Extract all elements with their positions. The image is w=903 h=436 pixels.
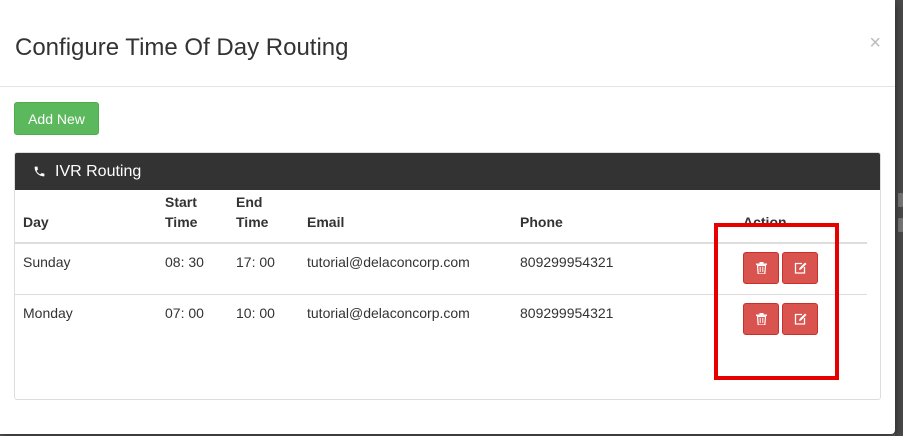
table-row: Sunday 08: 30 17: 00 tutorial@delaconcor… bbox=[15, 243, 867, 294]
header-day: Day bbox=[15, 190, 157, 244]
panel-title: IVR Routing bbox=[55, 162, 142, 180]
cell-phone: 809299954321 bbox=[520, 254, 614, 270]
backdrop-text-fragment bbox=[898, 193, 903, 207]
cell-action bbox=[725, 293, 867, 345]
header-action: Action bbox=[725, 190, 867, 244]
ivr-routing-panel: IVR Routing Day Start Time End Time Email … bbox=[14, 152, 881, 400]
cell-day: Sunday bbox=[23, 254, 71, 270]
modal-header: Configure Time Of Day Routing × bbox=[0, 0, 895, 87]
delete-button[interactable] bbox=[743, 302, 779, 335]
cell-action bbox=[725, 243, 867, 294]
close-button[interactable]: × bbox=[869, 33, 881, 53]
modal-backdrop bbox=[895, 0, 903, 436]
cell-day: Monday bbox=[15, 293, 157, 345]
edit-icon bbox=[794, 262, 806, 274]
modal-dialog: Configure Time Of Day Routing × Add New … bbox=[0, 0, 895, 434]
cell-phone: 809299954321 bbox=[512, 293, 725, 345]
header-phone: Phone bbox=[512, 190, 725, 244]
header-end-time: End Time bbox=[228, 190, 299, 244]
table-header-row: Day Start Time End Time Email Phone Action bbox=[15, 190, 867, 244]
add-new-button[interactable]: Add New bbox=[14, 102, 99, 135]
header-start-time: Start Time bbox=[157, 190, 228, 244]
cell-email: tutorial@delaconcorp.com bbox=[307, 254, 470, 270]
edit-button[interactable] bbox=[782, 302, 818, 335]
edit-button[interactable] bbox=[782, 252, 818, 284]
trash-icon bbox=[755, 262, 767, 274]
cell-start: 07: 00 bbox=[157, 293, 228, 345]
header-email: Email bbox=[299, 190, 512, 244]
cell-end: 10: 00 bbox=[228, 293, 299, 345]
phone-icon bbox=[34, 166, 45, 177]
cell-email: tutorial@delaconcorp.com bbox=[299, 293, 512, 345]
edit-icon bbox=[794, 313, 806, 325]
routing-table: Day Start Time End Time Email Phone Action… bbox=[15, 190, 867, 345]
modal-title: Configure Time Of Day Routing bbox=[15, 34, 349, 61]
trash-icon bbox=[755, 312, 767, 325]
cell-end: 17: 00 bbox=[236, 254, 275, 270]
panel-heading: IVR Routing bbox=[15, 153, 880, 190]
table-row: Monday 07: 00 10: 00 tutorial@delaconcor… bbox=[15, 293, 867, 345]
cell-start: 08: 30 bbox=[165, 254, 204, 270]
delete-button[interactable] bbox=[743, 252, 779, 284]
backdrop-text-fragment bbox=[898, 218, 903, 232]
